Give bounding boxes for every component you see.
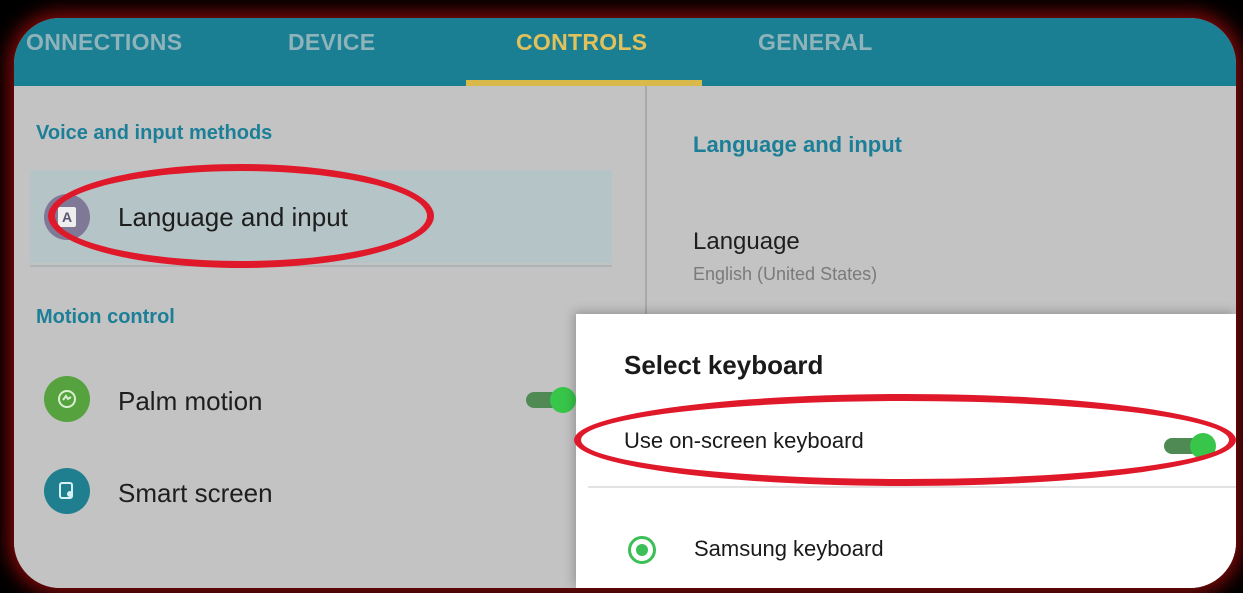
section-motion-control: Motion control [36,306,175,328]
tab-controls[interactable]: CONTROLS [516,29,647,69]
tab-bar: ONNECTIONS DEVICE CONTROLS GENERAL [14,18,1236,86]
language-setting-value: English (United States) [693,264,878,284]
settings-menu-pane [14,86,645,588]
language-icon: A [44,194,90,240]
tab-connections[interactable]: ONNECTIONS [26,29,182,69]
samsung-keyboard-label[interactable]: Samsung keyboard [694,536,884,562]
smart-screen-icon [44,468,90,514]
smart-screen-label[interactable]: Smart screen [118,478,273,509]
menu-divider [30,265,612,267]
dialog-title: Select keyboard [624,350,824,380]
device-frame: ONNECTIONS DEVICE CONTROLS GENERAL Voice… [0,0,1243,593]
tab-device[interactable]: DEVICE [288,29,375,69]
tab-general[interactable]: GENERAL [758,29,873,69]
dialog-divider [588,486,1236,488]
palm-motion-icon [44,376,90,422]
samsung-keyboard-radio[interactable] [628,536,656,564]
language-setting-label[interactable]: Language [693,228,800,256]
select-keyboard-dialog: Select keyboard Use on-screen keyboard S… [576,314,1236,588]
use-onscreen-keyboard-label[interactable]: Use on-screen keyboard [624,428,864,454]
section-voice-input: Voice and input methods [36,122,273,144]
settings-screen: ONNECTIONS DEVICE CONTROLS GENERAL Voice… [14,18,1236,588]
palm-motion-label[interactable]: Palm motion [118,386,263,417]
language-and-input-label: Language and input [118,202,348,232]
detail-header: Language and input [693,132,902,157]
